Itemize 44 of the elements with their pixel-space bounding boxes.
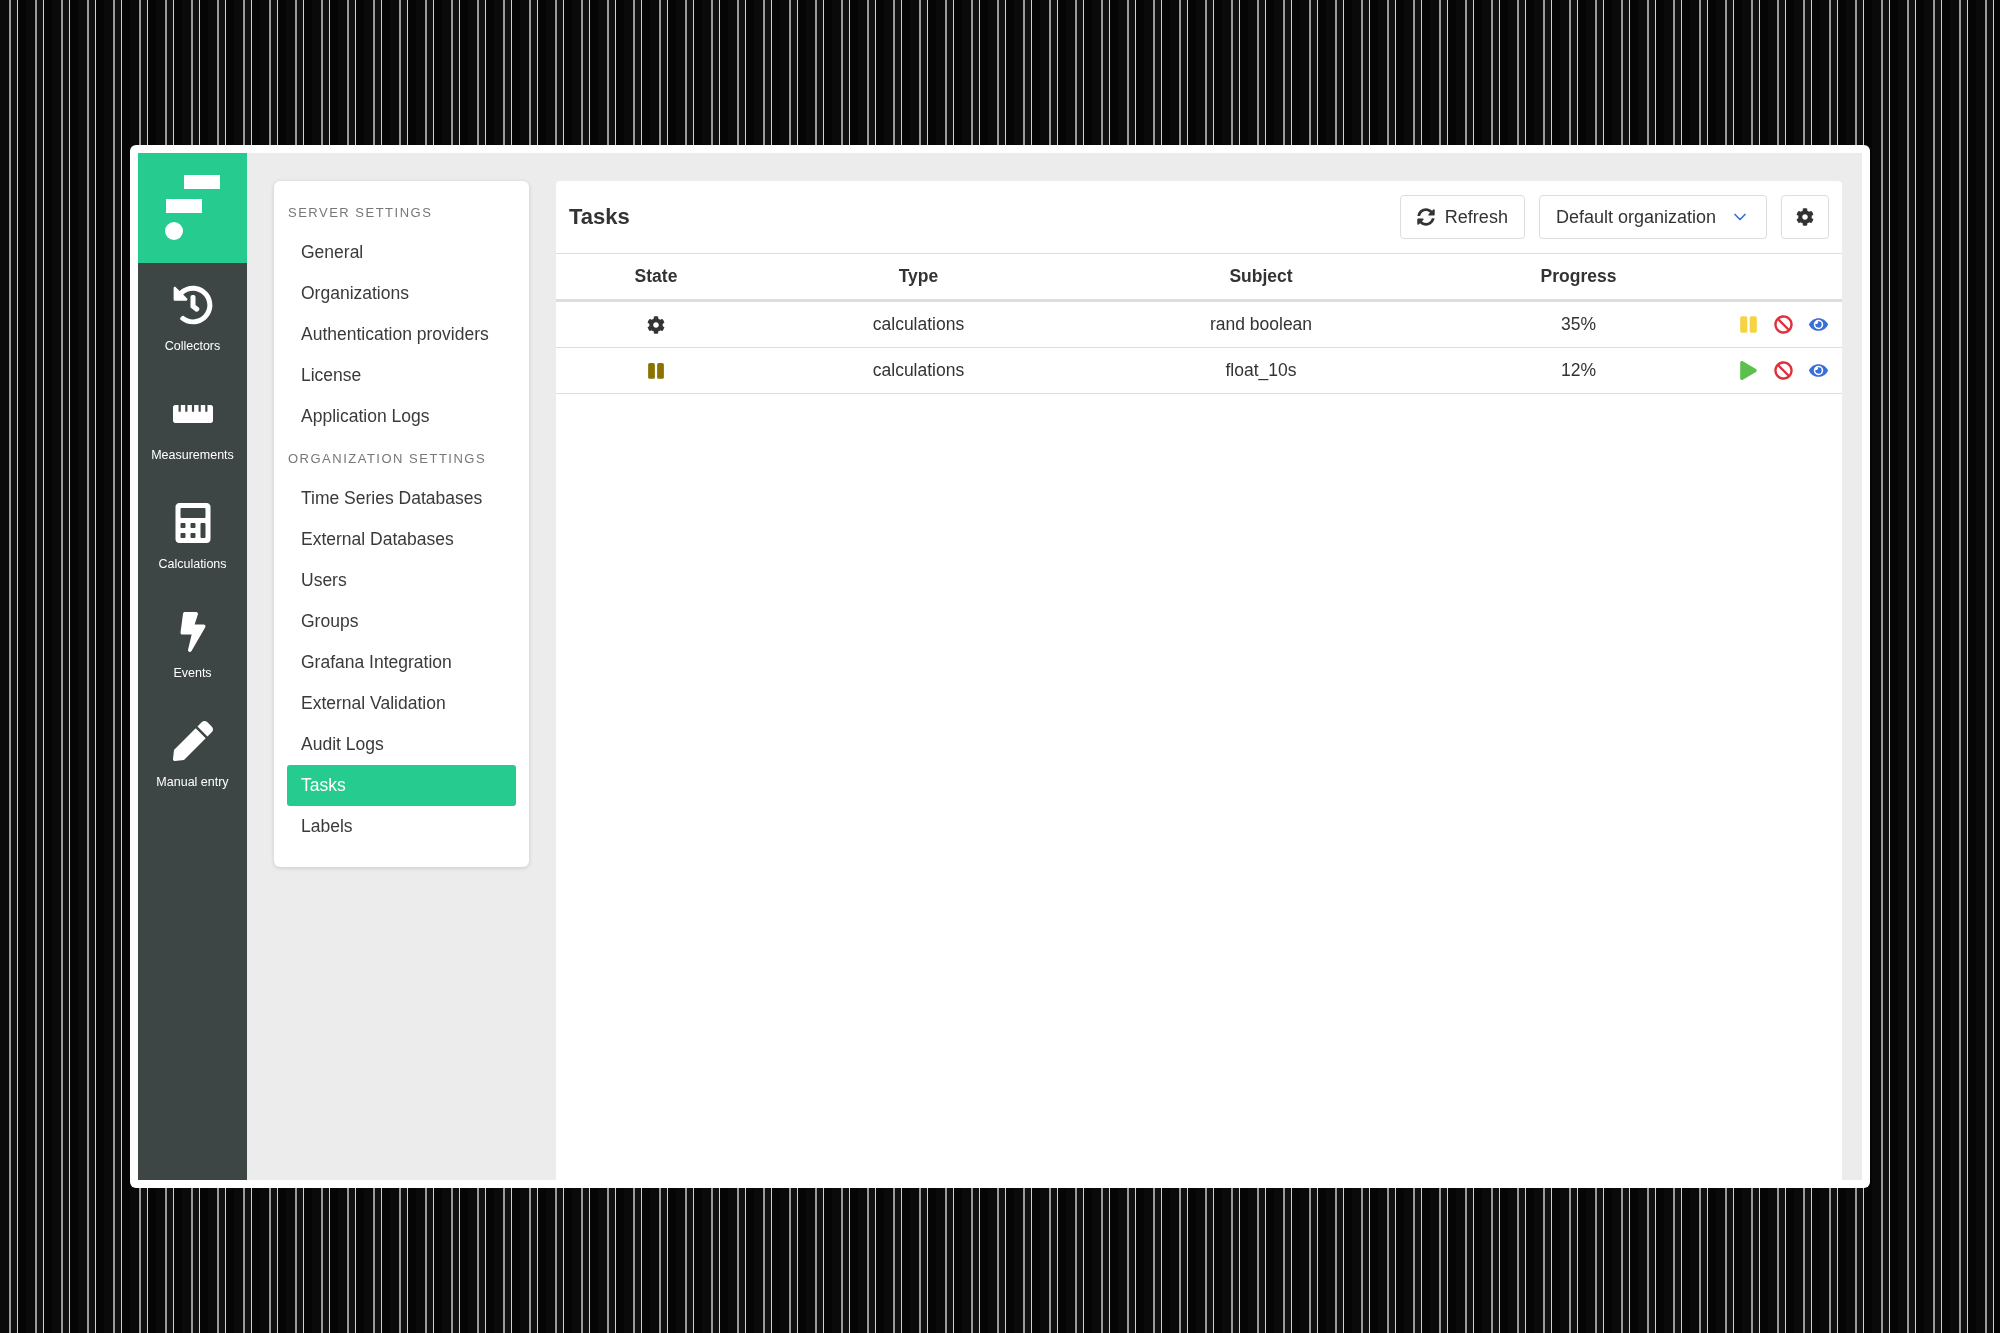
section-heading: SERVER SETTINGS (287, 204, 434, 222)
cancel-button[interactable] (1774, 315, 1793, 334)
menu-item[interactable]: External Validation (287, 683, 516, 724)
table-cell: calculations (756, 348, 1081, 394)
organization-select[interactable]: Default organization (1538, 195, 1767, 239)
table-cell: 12% (1441, 348, 1716, 394)
view-button[interactable] (1809, 315, 1828, 334)
menu-item[interactable]: General (287, 232, 516, 273)
column-header: Progress (1441, 254, 1716, 302)
column-header: State (556, 254, 756, 302)
menu-item[interactable]: Application Logs (287, 396, 516, 437)
column-header: Type (756, 254, 1081, 302)
menu-item[interactable]: License (287, 355, 516, 396)
nav-item[interactable]: Calculations (138, 481, 247, 590)
column-header: Subject (1081, 254, 1441, 302)
view-button[interactable] (1809, 361, 1828, 380)
menu-item[interactable]: Authentication providers (287, 314, 516, 355)
panel-title: Tasks (569, 204, 631, 230)
table-cell: calculations (756, 302, 1081, 348)
nav-item[interactable]: Measurements (138, 372, 247, 481)
refresh-button[interactable]: Refresh (1399, 195, 1525, 239)
table-cell: float_10s (1081, 348, 1441, 394)
menu-item[interactable]: Grafana Integration (287, 642, 516, 683)
menu-item[interactable]: Audit Logs (287, 724, 516, 765)
history-icon (172, 285, 213, 325)
refresh-icon (1416, 208, 1435, 226)
nav-item[interactable]: Manual entry (138, 699, 247, 808)
table-cell: rand boolean (1081, 302, 1441, 348)
cancel-button[interactable] (1774, 361, 1793, 380)
nav-item[interactable]: Events (138, 590, 247, 699)
menu-item[interactable]: External Databases (287, 519, 516, 560)
settings-icon (1796, 208, 1814, 226)
pen-icon (172, 721, 213, 761)
menu-item[interactable]: Groups (287, 601, 516, 642)
menu-item[interactable]: Organizations (287, 273, 516, 314)
menu-item[interactable]: Time Series Databases (287, 478, 516, 519)
menu-item[interactable]: Users (287, 560, 516, 601)
settings-button[interactable] (1781, 195, 1829, 239)
nav-item[interactable]: Collectors (138, 263, 247, 372)
section-heading: ORGANIZATION SETTINGS (287, 450, 488, 468)
logo-icon (138, 153, 247, 263)
menu-item[interactable]: Labels (287, 806, 516, 847)
play-button[interactable] (1739, 361, 1758, 380)
table-cell: 35% (1441, 302, 1716, 348)
